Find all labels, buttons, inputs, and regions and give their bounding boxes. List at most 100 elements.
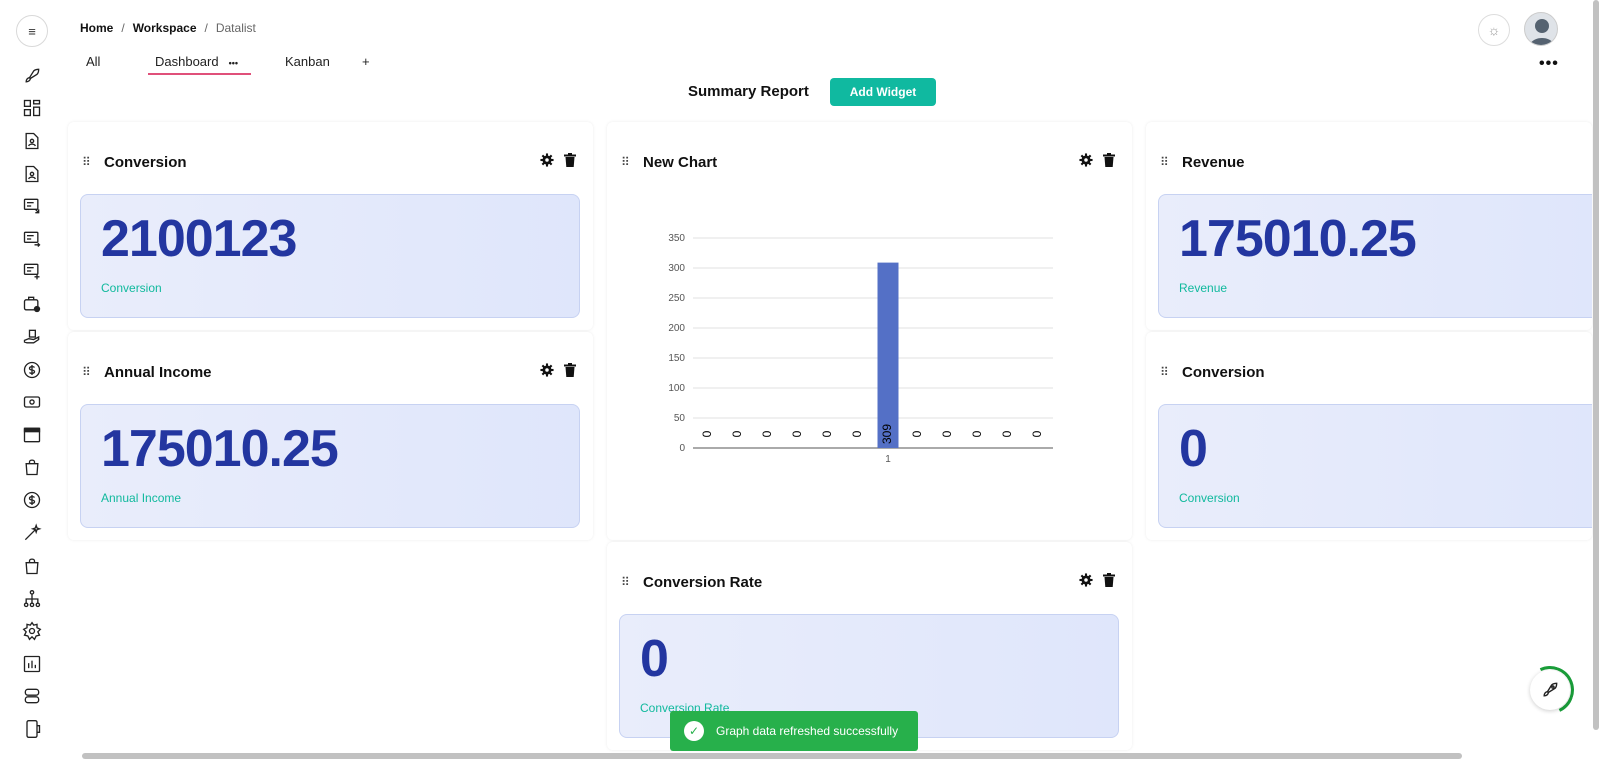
data-label: 309	[880, 424, 894, 444]
vertical-scrollbar[interactable]	[1592, 0, 1600, 740]
money-card-icon[interactable]	[21, 391, 43, 413]
magic-wand-icon[interactable]	[21, 522, 43, 544]
widget-title: Conversion Rate	[643, 573, 763, 591]
grid-icon[interactable]	[21, 97, 43, 119]
delete-icon[interactable]	[564, 363, 576, 377]
widget-title: New Chart	[643, 153, 718, 171]
tab-all[interactable]: All	[86, 54, 100, 69]
drag-handle-icon[interactable]: ⠿	[621, 155, 643, 169]
active-tab-indicator	[148, 73, 251, 75]
widget-actions	[1079, 153, 1115, 167]
add-tab-button[interactable]: +	[362, 54, 370, 69]
settings-icon[interactable]	[21, 620, 43, 642]
breadcrumb: Home / Workspace / Datalist	[80, 21, 256, 35]
delete-icon[interactable]	[1103, 573, 1115, 587]
delete-icon[interactable]	[1103, 153, 1115, 167]
drag-handle-icon[interactable]: ⠿	[82, 155, 104, 169]
horizontal-scrollbar[interactable]	[70, 752, 1570, 759]
data-label: 0	[940, 430, 954, 437]
data-label: 0	[1030, 430, 1044, 437]
shopping-bag-icon[interactable]	[21, 555, 43, 577]
breadcrumb-current: Datalist	[215, 21, 256, 35]
metric-panel: 2100123 Conversion	[80, 194, 580, 318]
tab-dashboard-menu-icon[interactable]: •••	[229, 58, 238, 68]
document-user-icon[interactable]	[21, 130, 43, 152]
metric-value: 0	[640, 630, 669, 688]
x-tick-label: 1	[885, 454, 891, 465]
metric-value: 2100123	[101, 210, 297, 268]
toast-message: Graph data refreshed successfully	[716, 724, 899, 738]
y-tick-label: 300	[668, 263, 685, 274]
data-label: 0	[760, 430, 774, 437]
y-tick-label: 200	[668, 323, 685, 334]
metric-label: Revenue	[1179, 281, 1228, 295]
avatar[interactable]	[1524, 12, 1558, 46]
drag-handle-icon[interactable]: ⠿	[82, 365, 104, 379]
data-label: 0	[700, 430, 714, 437]
document-user-icon[interactable]	[21, 163, 43, 185]
widget-title: Annual Income	[104, 363, 212, 381]
success-toast[interactable]: ✓ Graph data refreshed successfully	[670, 711, 918, 751]
server-icon[interactable]	[21, 685, 43, 707]
hand-money-icon[interactable]	[21, 326, 43, 348]
widget-new-chart: ⠿ New Chart 0 50 100 150 200 250 300 350 0 0 0 0 0 0 3…	[607, 122, 1132, 540]
widget-actions	[540, 363, 576, 377]
mobile-icon[interactable]	[21, 718, 43, 740]
tab-dashboard[interactable]: Dashboard •••	[155, 54, 238, 69]
rocket-fab-button[interactable]	[1530, 670, 1570, 710]
org-chart-icon[interactable]	[21, 588, 43, 610]
bar-report-icon[interactable]	[21, 653, 43, 675]
shopping-bag-icon[interactable]	[21, 456, 43, 478]
metric-panel: 0 Conversion	[1158, 404, 1592, 528]
metric-value: 0	[1179, 420, 1208, 478]
metric-label: Annual Income	[101, 491, 182, 505]
list-export-icon[interactable]	[21, 228, 43, 250]
data-label: 0	[730, 430, 744, 437]
briefcase-clock-icon[interactable]	[21, 293, 43, 315]
metric-value: 175010.25	[1179, 210, 1417, 268]
scroll-thumb[interactable]	[1593, 0, 1599, 730]
list-import-icon[interactable]	[21, 195, 43, 217]
delete-icon[interactable]	[564, 153, 576, 167]
drag-handle-icon[interactable]: ⠿	[1160, 365, 1182, 379]
breadcrumb-workspace[interactable]: Workspace	[133, 21, 197, 35]
theme-toggle-icon[interactable]: ☼	[1478, 14, 1510, 46]
y-tick-label: 0	[679, 443, 685, 454]
metric-value: 175010.25	[101, 420, 339, 478]
widget-conversion: ⠿ Conversion 2100123 Conversion	[68, 122, 593, 330]
breadcrumb-home[interactable]: Home	[80, 21, 113, 35]
widget-conversion-right: ⠿ Conversion 0 Conversion	[1146, 332, 1592, 540]
widget-actions	[540, 153, 576, 167]
settings-icon[interactable]	[540, 363, 554, 377]
metric-panel: 175010.25 Revenue	[1158, 194, 1592, 318]
scroll-thumb[interactable]	[82, 753, 1462, 759]
data-label: 0	[790, 430, 804, 437]
tab-kanban[interactable]: Kanban	[285, 54, 330, 69]
more-options-icon[interactable]: •••	[1539, 55, 1559, 73]
data-label: 0	[910, 430, 924, 437]
settings-icon[interactable]	[1079, 573, 1093, 587]
menu-toggle-button[interactable]: ≡	[16, 15, 48, 47]
list-add-icon[interactable]	[21, 260, 43, 282]
widget-header: ⠿ New Chart	[621, 152, 717, 172]
calendar-panel-icon[interactable]	[21, 424, 43, 446]
dollar-circle-icon[interactable]	[21, 359, 43, 381]
page-title: Summary Report	[688, 83, 809, 100]
widget-header: ⠿ Revenue	[1160, 152, 1245, 172]
add-widget-button[interactable]: Add Widget	[830, 78, 936, 106]
tab-dashboard-label: Dashboard	[155, 54, 219, 69]
breadcrumb-separator: /	[204, 21, 208, 35]
drag-handle-icon[interactable]: ⠿	[621, 575, 643, 589]
widget-header: ⠿ Conversion	[1160, 362, 1265, 382]
settings-icon[interactable]	[540, 153, 554, 167]
metric-panel: 175010.25 Annual Income	[80, 404, 580, 528]
y-tick-label: 100	[668, 383, 685, 394]
data-label: 0	[850, 430, 864, 437]
widget-annual-income: ⠿ Annual Income 175010.25 Annual Income	[68, 332, 593, 540]
rocket-icon[interactable]	[21, 65, 43, 87]
drag-handle-icon[interactable]: ⠿	[1160, 155, 1182, 169]
sidebar: ≡	[0, 0, 64, 759]
dollar-circle-icon[interactable]	[21, 489, 43, 511]
settings-icon[interactable]	[1079, 153, 1093, 167]
rocket-icon	[1543, 682, 1558, 697]
